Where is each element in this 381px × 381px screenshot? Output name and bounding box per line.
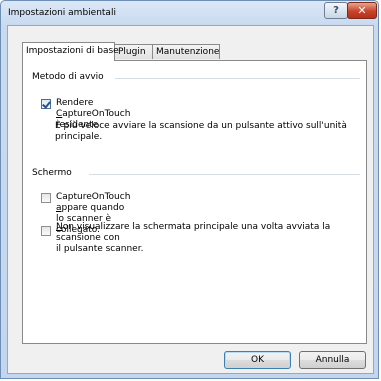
resident-description: È più veloce avviare la scansione da un … [55, 121, 347, 143]
tab-basic-settings[interactable]: Impostazioni di base [22, 42, 119, 61]
description-line: È più veloce avviare la scansione da un … [55, 121, 347, 131]
startup-group-title: Metodo di avvio [32, 72, 108, 82]
tab-maintenance[interactable]: Manutenzione [152, 44, 220, 59]
tab-panel-basic-settings: Metodo di avvio Rendere CaptureOnTouch r… [22, 60, 367, 344]
title-bar[interactable]: Impostazioni ambientali ? ✕ [1, 1, 378, 25]
help-button[interactable]: ? [324, 2, 348, 19]
appear-checkbox[interactable] [41, 193, 51, 203]
hide-main-checkbox[interactable] [41, 226, 51, 236]
screen-group-title: Schermo [32, 168, 76, 178]
description-line: principale. [55, 132, 103, 142]
dialog-body: Impostazioni di base Plugin Manutenzione… [7, 25, 374, 374]
tab-label: Impostazioni di base [26, 46, 119, 56]
tab-label: Plugin [118, 47, 146, 57]
cancel-button[interactable]: Annulla [299, 351, 366, 369]
tab-plugin[interactable]: Plugin [114, 44, 153, 59]
window-title: Impostazioni ambientali [8, 8, 116, 18]
tab-label: Manutenzione [156, 47, 220, 57]
group-divider [115, 78, 360, 79]
close-button[interactable]: ✕ [347, 2, 377, 19]
group-divider [89, 174, 360, 175]
help-icon: ? [333, 5, 339, 16]
close-icon: ✕ [357, 4, 367, 17]
settings-dialog: Impostazioni ambientali ? ✕ Impostazioni… [0, 0, 379, 379]
resident-checkbox[interactable] [41, 99, 51, 109]
ok-button[interactable]: OK [224, 351, 291, 369]
hide-main-label[interactable]: Non visualizzare la schermata principale… [56, 222, 371, 255]
